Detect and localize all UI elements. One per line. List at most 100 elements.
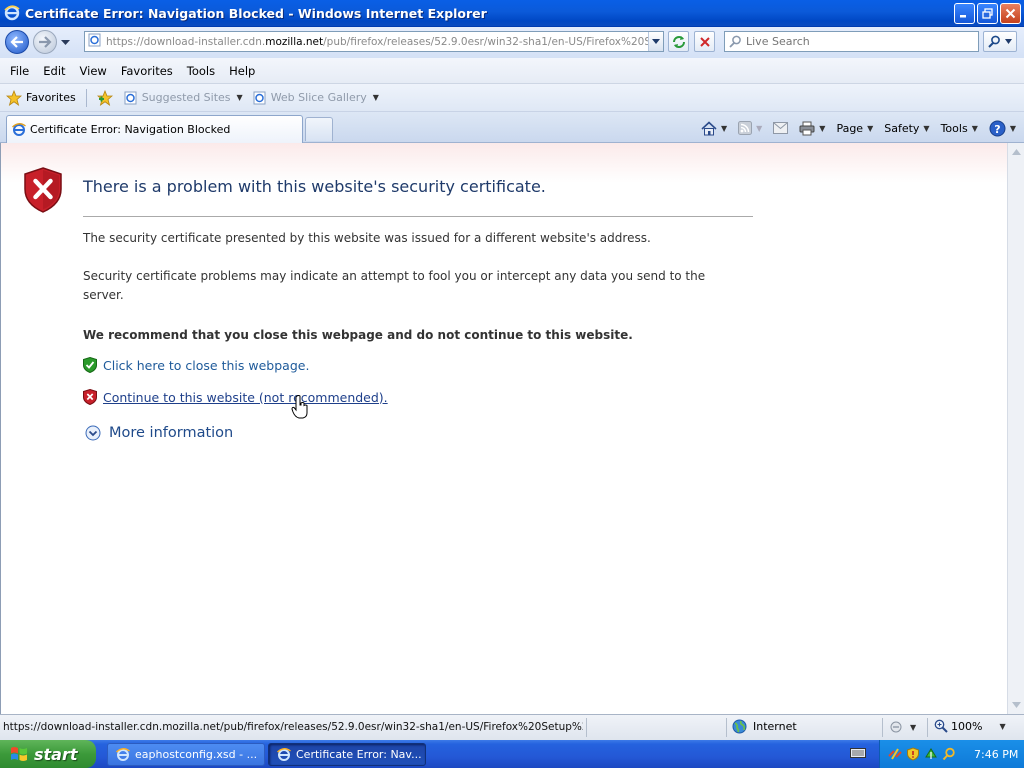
ie-logo-icon	[12, 122, 26, 136]
home-icon	[701, 120, 717, 135]
suggested-sites-link[interactable]: Suggested Sites ▼	[119, 91, 248, 105]
feeds-button[interactable]: ▼	[734, 117, 766, 139]
globe-icon	[732, 719, 747, 734]
close-webpage-action[interactable]: Click here to close this webpage.	[83, 357, 309, 373]
tab-label: Certificate Error: Navigation Blocked	[30, 123, 231, 136]
language-bar-icon[interactable]	[850, 746, 866, 763]
window-title: Certificate Error: Navigation Blocked - …	[25, 5, 487, 21]
add-to-favorites-bar-button[interactable]	[91, 87, 119, 109]
add-favorite-icon	[96, 89, 113, 106]
update-icon[interactable]	[924, 747, 938, 761]
zoom-control[interactable]: 100% ▼	[934, 719, 1006, 733]
svg-text:?: ?	[994, 122, 1000, 135]
tools-menu-label: Tools	[940, 121, 968, 135]
chevron-down-icon: ▼	[867, 123, 874, 133]
more-information-toggle[interactable]: More information	[85, 425, 233, 441]
tools-menu-button[interactable]: Tools ▼	[937, 117, 982, 139]
security-zone[interactable]: Internet	[732, 719, 797, 734]
search-box[interactable]	[724, 31, 979, 52]
page-content: There is a problem with this website's s…	[0, 143, 1007, 714]
scroll-up-button[interactable]	[1009, 144, 1024, 159]
search-provider-icon	[729, 35, 741, 48]
address-dropdown-button[interactable]	[648, 32, 663, 51]
taskbar-item-eaphostconfig[interactable]: eaphostconfig.xsd - ...	[107, 743, 265, 766]
print-button[interactable]: ▼	[795, 117, 829, 139]
chevron-down-icon: ▼	[923, 123, 930, 133]
protected-mode-icon	[890, 721, 902, 733]
menu-file[interactable]: File	[3, 60, 36, 82]
safety-menu-button[interactable]: Safety ▼	[880, 117, 933, 139]
web-slice-gallery-label: Web Slice Gallery	[270, 91, 367, 104]
tab-row: Certificate Error: Navigation Blocked ▼ …	[0, 112, 1024, 143]
vertical-scrollbar[interactable]	[1007, 143, 1024, 714]
printer-icon	[799, 121, 815, 135]
minimize-button[interactable]	[954, 3, 975, 24]
search-tray-icon[interactable]	[942, 747, 956, 761]
ie-logo-icon	[116, 747, 130, 761]
page-menu-button[interactable]: Page ▼	[832, 117, 877, 139]
title-divider	[83, 216, 753, 217]
chevron-down-icon[interactable]: ▼	[373, 93, 379, 102]
menu-edit[interactable]: Edit	[36, 60, 72, 82]
new-tab-button[interactable]	[305, 117, 333, 141]
system-tray: 7:46 PM	[879, 740, 1024, 768]
maximize-button[interactable]	[977, 3, 998, 24]
search-go-button[interactable]	[983, 31, 1017, 52]
security-shield-icon[interactable]	[906, 747, 920, 761]
chevron-down-icon[interactable]: ▼	[237, 93, 243, 102]
recent-pages-dropdown[interactable]	[61, 36, 70, 49]
chevron-down-icon[interactable]: ▼	[1010, 124, 1016, 133]
status-separator	[726, 718, 727, 737]
title-bar: Certificate Error: Navigation Blocked - …	[0, 0, 1024, 27]
close-button[interactable]	[1000, 3, 1021, 24]
suggested-sites-label: Suggested Sites	[141, 91, 231, 104]
chevron-down-icon: ▼	[971, 123, 978, 133]
menu-tools[interactable]: Tools	[180, 60, 222, 82]
safety-menu-label: Safety	[884, 121, 920, 135]
read-mail-button[interactable]	[769, 117, 792, 139]
favorites-separator	[85, 88, 87, 107]
tab-certificate-error[interactable]: Certificate Error: Navigation Blocked	[6, 115, 303, 143]
menu-bar: File Edit View Favorites Tools Help	[0, 58, 1024, 84]
address-bar[interactable]: https://download-installer.cdn.mozilla.n…	[84, 31, 664, 52]
network-icon[interactable]	[888, 747, 902, 761]
continue-website-link[interactable]: Continue to this website (not recommende…	[103, 390, 388, 405]
help-button[interactable]: ? ▼	[985, 117, 1020, 139]
taskbar-item-certificate-error[interactable]: Certificate Error: Nav...	[268, 743, 426, 766]
web-slice-gallery-link[interactable]: Web Slice Gallery ▼	[248, 91, 384, 105]
help-icon: ?	[989, 120, 1006, 136]
favorites-button[interactable]: Favorites	[0, 87, 82, 109]
stop-button[interactable]	[694, 31, 715, 52]
continue-website-action[interactable]: Continue to this website (not recommende…	[83, 389, 388, 405]
start-button[interactable]: start	[0, 740, 96, 768]
search-icon	[988, 35, 1000, 48]
favorites-bar: Favorites Suggested Sites ▼ Web Slice Ga…	[0, 84, 1024, 112]
chevron-down-icon[interactable]: ▼	[910, 723, 916, 732]
status-separator	[927, 718, 928, 737]
green-shield-check-icon	[83, 357, 97, 373]
menu-favorites[interactable]: Favorites	[114, 60, 180, 82]
hand-cursor-icon	[291, 395, 308, 419]
taskbar: start eaphostconfig.xsd - ... Certificat…	[0, 740, 1024, 768]
chevron-down-icon[interactable]	[1005, 39, 1012, 44]
status-separator	[882, 718, 883, 737]
forward-button[interactable]	[33, 30, 57, 54]
protected-mode-button[interactable]: ▼	[890, 720, 916, 734]
windows-logo-icon	[11, 747, 27, 761]
address-url: https://download-installer.cdn.mozilla.n…	[106, 35, 664, 48]
menu-help[interactable]: Help	[222, 60, 262, 82]
menu-view[interactable]: View	[73, 60, 114, 82]
red-shield-x-icon	[83, 389, 97, 405]
chevron-down-icon[interactable]: ▼	[721, 124, 727, 133]
chevron-down-icon[interactable]: ▼	[756, 124, 762, 133]
back-button[interactable]	[5, 30, 29, 54]
home-button[interactable]: ▼	[697, 117, 731, 139]
search-input[interactable]	[746, 35, 966, 48]
status-separator	[586, 718, 587, 737]
chevron-down-icon[interactable]: ▼	[999, 722, 1005, 731]
close-webpage-link[interactable]: Click here to close this webpage.	[103, 358, 309, 373]
recommendation-text: We recommend that you close this webpage…	[83, 328, 633, 342]
scroll-down-button[interactable]	[1009, 697, 1024, 712]
compatibility-refresh-button[interactable]	[668, 31, 689, 52]
chevron-down-icon[interactable]: ▼	[819, 124, 825, 133]
